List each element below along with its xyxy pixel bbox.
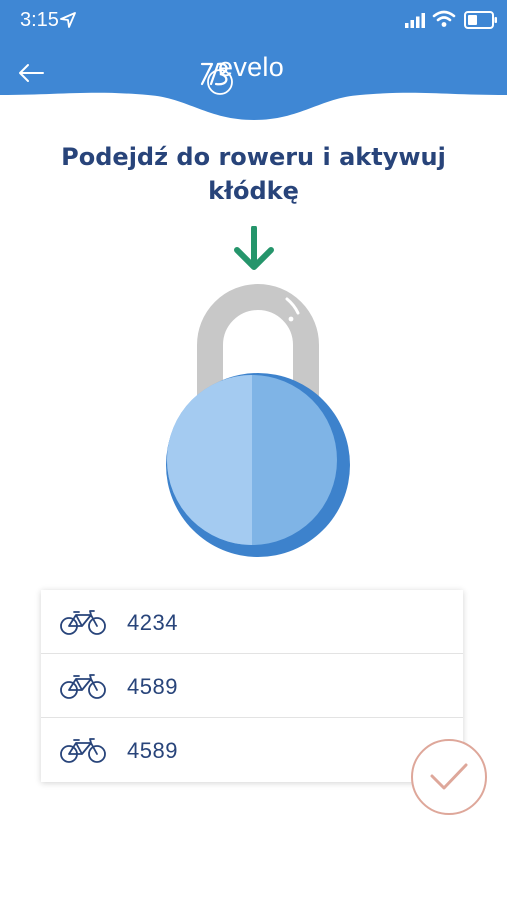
bike-id: 4589 bbox=[127, 674, 178, 699]
checkmark-icon bbox=[430, 763, 468, 790]
list-item[interactable]: 4234 bbox=[41, 590, 463, 654]
list-item[interactable]: 4589 bbox=[41, 718, 463, 782]
page-title: Podejdź do roweru i aktywuj kłódkę bbox=[61, 143, 446, 205]
padlock-icon bbox=[166, 284, 350, 557]
signal-icon bbox=[405, 13, 425, 28]
bike-id: 4234 bbox=[127, 610, 178, 635]
bike-id: 4589 bbox=[127, 738, 178, 763]
app-header: evelo bbox=[0, 40, 507, 130]
status-bar: 3:15 bbox=[0, 0, 507, 40]
arrow-left-icon bbox=[19, 64, 44, 82]
back-button[interactable] bbox=[14, 58, 48, 88]
wifi-icon bbox=[432, 10, 456, 27]
location-arrow-icon bbox=[60, 12, 76, 28]
confirm-button[interactable] bbox=[411, 739, 487, 815]
bicycle-icon bbox=[60, 738, 106, 763]
down-arrow-icon bbox=[234, 226, 274, 270]
battery-icon bbox=[464, 11, 497, 29]
logo-text: evelo bbox=[218, 52, 285, 82]
bicycle-icon bbox=[60, 610, 106, 635]
status-time: 3:15 bbox=[20, 9, 59, 31]
bike-list: 4234 4589 4589 bbox=[41, 590, 463, 782]
bicycle-icon bbox=[60, 674, 106, 699]
list-item[interactable]: 4589 bbox=[41, 654, 463, 718]
